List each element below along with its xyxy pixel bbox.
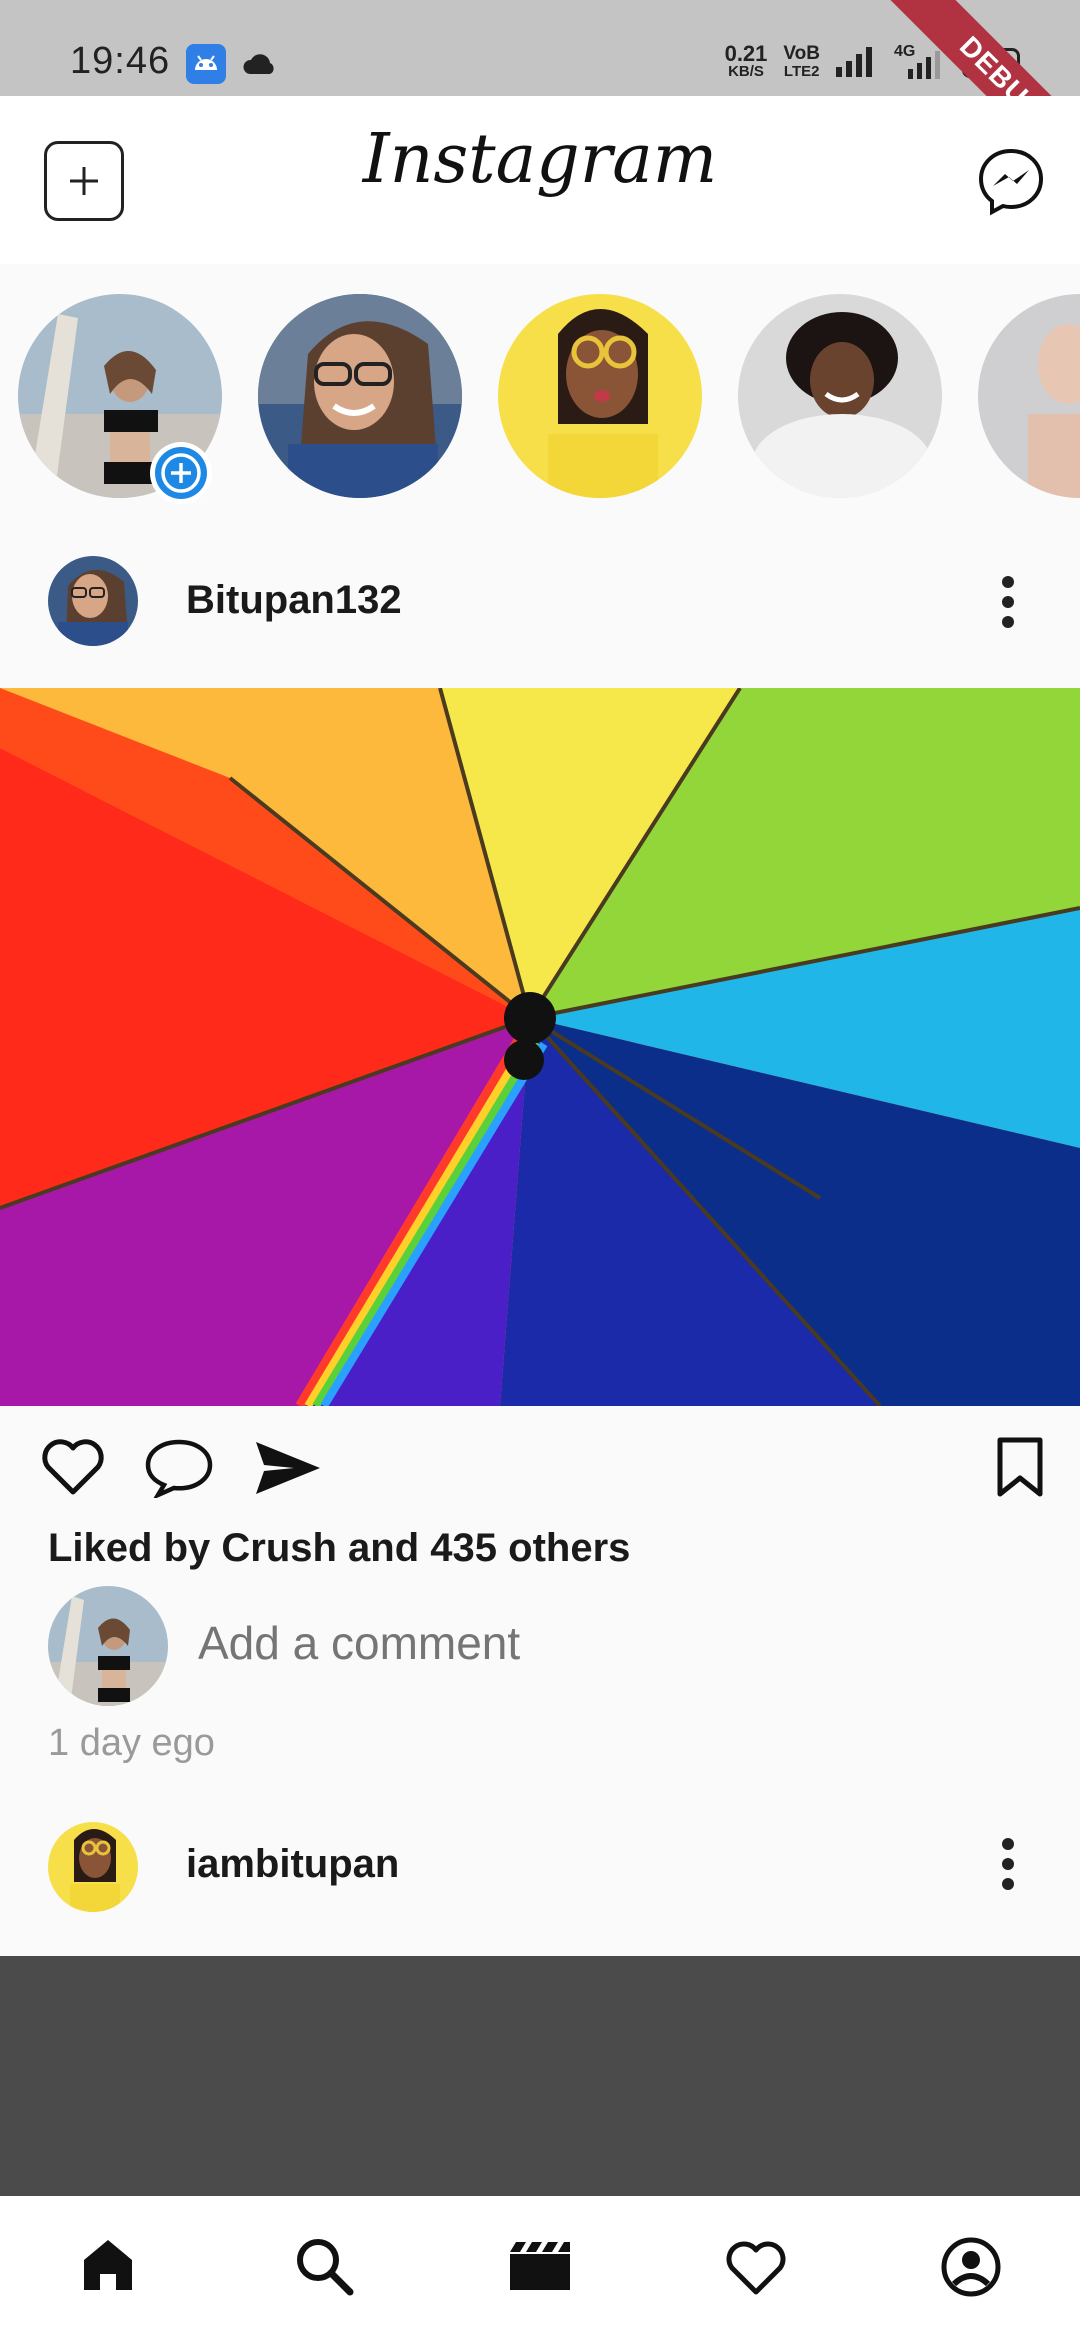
post2-more-button[interactable] bbox=[996, 1836, 1020, 1897]
nav-activity[interactable] bbox=[724, 2240, 788, 2301]
more-vertical-icon bbox=[1002, 576, 1014, 628]
post-actions bbox=[0, 1406, 1080, 1526]
post2-avatar[interactable] bbox=[48, 1822, 138, 1912]
reels-icon bbox=[510, 2242, 570, 2290]
more-vertical-icon bbox=[1002, 1838, 1014, 1890]
stories-row bbox=[0, 264, 1080, 504]
app-bar: Instagram bbox=[0, 96, 1080, 264]
save-button[interactable] bbox=[996, 1436, 1044, 1503]
nav-reels[interactable] bbox=[508, 2240, 572, 2297]
heart-icon bbox=[726, 2241, 786, 2295]
signal-4g-icon: 4G bbox=[894, 43, 946, 83]
share-button[interactable] bbox=[254, 1440, 322, 1501]
like-button[interactable] bbox=[40, 1436, 106, 1501]
story-3[interactable] bbox=[498, 294, 702, 498]
nav-search[interactable] bbox=[294, 2236, 354, 2301]
likes-text[interactable]: Liked by Crush and 435 others bbox=[48, 1526, 630, 1571]
bottom-navigation bbox=[0, 2196, 1080, 2340]
post-more-button[interactable] bbox=[996, 574, 1020, 635]
status-time: 19:46 bbox=[70, 40, 171, 82]
comment-avatar-photo bbox=[48, 1586, 168, 1706]
volte-indicator: VoB LTE2 bbox=[783, 43, 820, 81]
instagram-logo: Instagram bbox=[362, 120, 718, 199]
search-icon bbox=[297, 2239, 354, 2296]
send-icon bbox=[256, 1442, 320, 1494]
android-debug-icon bbox=[186, 44, 226, 89]
post-image[interactable] bbox=[0, 688, 1080, 1406]
story-2[interactable] bbox=[258, 294, 462, 498]
post2-image-placeholder bbox=[0, 1956, 1080, 2196]
post-header: Bitupan132 bbox=[0, 520, 1080, 684]
story-4-photo bbox=[738, 294, 942, 498]
story-3-photo bbox=[498, 294, 702, 498]
comment-avatar bbox=[48, 1586, 168, 1706]
story-5-photo bbox=[978, 294, 1080, 498]
post2-avatar-photo bbox=[48, 1822, 138, 1912]
heart-outline-icon bbox=[42, 1439, 104, 1495]
nav-home[interactable] bbox=[80, 2236, 136, 2297]
net-speed-value: 0.21 bbox=[724, 41, 768, 66]
messenger-icon bbox=[978, 148, 1044, 216]
status-bar: 19:46 0.21 KB/S VoB LTE2 4G DEBUG bbox=[0, 0, 1080, 202]
bookmark-icon bbox=[997, 1437, 1043, 1497]
post-avatar[interactable] bbox=[48, 556, 138, 646]
add-story-button[interactable] bbox=[150, 442, 212, 504]
story-5[interactable] bbox=[978, 294, 1080, 498]
volte-top: VoB bbox=[783, 43, 820, 64]
story-2-photo bbox=[258, 294, 462, 498]
net-speed: 0.21 KB/S bbox=[724, 41, 768, 81]
post-header-2: iambitupan bbox=[0, 1786, 1080, 1936]
post2-username[interactable]: iambitupan bbox=[186, 1842, 399, 1887]
post-timestamp: 1 day ego bbox=[48, 1722, 215, 1764]
nav-profile[interactable] bbox=[940, 2236, 1002, 2303]
add-comment-input[interactable] bbox=[198, 1616, 898, 1670]
profile-icon bbox=[941, 2237, 1001, 2297]
net-speed-unit: KB/S bbox=[728, 63, 764, 80]
home-icon bbox=[84, 2240, 132, 2290]
messenger-button[interactable] bbox=[976, 146, 1046, 221]
avatar-photo bbox=[48, 556, 138, 646]
cloud-icon bbox=[242, 52, 278, 81]
comment-icon bbox=[145, 1439, 213, 1500]
signal-icon bbox=[836, 45, 878, 82]
volte-bottom: LTE2 bbox=[783, 63, 820, 80]
post-username[interactable]: Bitupan132 bbox=[186, 578, 402, 623]
story-4[interactable] bbox=[738, 294, 942, 498]
add-circle-icon bbox=[155, 447, 207, 499]
comment-button[interactable] bbox=[144, 1438, 214, 1503]
comment-row bbox=[48, 1586, 1028, 1706]
umbrella-photo bbox=[0, 688, 1080, 1406]
